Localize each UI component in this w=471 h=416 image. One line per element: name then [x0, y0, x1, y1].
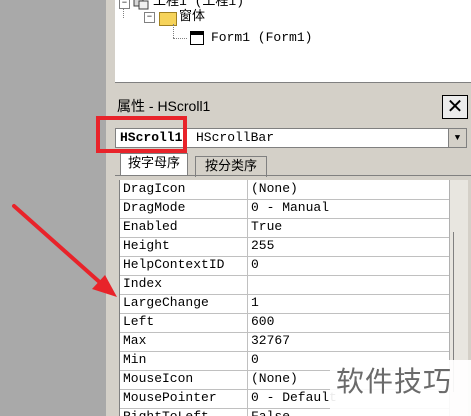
- properties-titlebar: 属性 - HScroll1: [115, 93, 471, 117]
- property-row[interactable]: Height 255: [120, 237, 450, 257]
- form-icon: [190, 31, 204, 45]
- property-name: Min: [123, 352, 147, 367]
- property-value[interactable]: True: [251, 219, 282, 234]
- property-name: Max: [123, 333, 147, 348]
- property-row[interactable]: Left 600: [120, 313, 450, 333]
- property-value[interactable]: 0: [251, 257, 259, 272]
- properties-title: 属性 - HScroll1: [117, 98, 211, 114]
- column-divider: [247, 351, 248, 370]
- project-collapse-icon[interactable]: −: [119, 0, 130, 9]
- project-explorer-tree[interactable]: − 工程1 (工程1) − 窗体 Form1 (Form1): [115, 0, 471, 83]
- property-name: HelpContextID: [123, 257, 225, 272]
- forms-folder-collapse-icon[interactable]: −: [144, 12, 155, 23]
- object-selector-combobox[interactable]: HScroll1 HScrollBar ▼: [115, 128, 467, 148]
- property-value[interactable]: 0: [251, 352, 259, 367]
- property-name: Index: [123, 276, 163, 291]
- property-name: RightToLeft: [123, 409, 209, 416]
- column-divider: [247, 408, 248, 416]
- property-row[interactable]: HelpContextID 0: [120, 256, 450, 276]
- property-value[interactable]: 0 - Default: [251, 390, 337, 405]
- object-name: HScroll1: [120, 130, 183, 145]
- property-row[interactable]: Index: [120, 275, 450, 295]
- property-name: MousePointer: [123, 390, 217, 405]
- column-divider: [247, 180, 248, 199]
- property-name: DragIcon: [123, 181, 186, 196]
- property-name: Enabled: [123, 219, 178, 234]
- tree-connector: [173, 38, 187, 39]
- close-icon[interactable]: ✕: [442, 95, 468, 119]
- property-value[interactable]: (None): [251, 181, 298, 196]
- tree-connector: [123, 8, 124, 18]
- property-value[interactable]: 32767: [251, 333, 290, 348]
- column-divider: [247, 199, 248, 218]
- property-value[interactable]: 0 - Manual: [251, 200, 329, 215]
- property-value[interactable]: 600: [251, 314, 274, 329]
- column-divider: [247, 332, 248, 351]
- column-divider: [247, 294, 248, 313]
- folder-icon: [159, 12, 177, 26]
- tab-divider: [115, 175, 471, 176]
- property-value[interactable]: 1: [251, 295, 259, 310]
- property-name: Height: [123, 238, 170, 253]
- column-divider: [247, 275, 248, 294]
- property-name: LargeChange: [123, 295, 209, 310]
- property-row[interactable]: DragIcon (None): [120, 180, 450, 200]
- desktop-background: [0, 0, 106, 416]
- column-divider: [247, 237, 248, 256]
- chevron-down-icon[interactable]: ▼: [448, 129, 466, 147]
- column-divider: [247, 256, 248, 275]
- property-name: Left: [123, 314, 155, 329]
- column-divider: [247, 389, 248, 408]
- property-name: MouseIcon: [123, 371, 194, 386]
- tab-alphabetic[interactable]: 按字母序: [120, 153, 188, 176]
- column-divider: [247, 370, 248, 389]
- column-divider: [247, 313, 248, 332]
- tab-categorized[interactable]: 按分类序: [195, 156, 267, 177]
- property-value[interactable]: False: [251, 409, 290, 416]
- property-row[interactable]: DragMode 0 - Manual: [120, 199, 450, 219]
- property-row[interactable]: LargeChange 1: [120, 294, 450, 314]
- property-row[interactable]: Enabled True: [120, 218, 450, 238]
- property-name: DragMode: [123, 200, 186, 215]
- watermark: 软件技巧: [330, 360, 471, 416]
- property-row[interactable]: Max 32767: [120, 332, 450, 352]
- property-value[interactable]: 255: [251, 238, 274, 253]
- tree-connector: [173, 24, 174, 38]
- column-divider: [247, 218, 248, 237]
- object-type: HScrollBar: [196, 130, 275, 145]
- property-value[interactable]: (None): [251, 371, 298, 386]
- form1-tree-item[interactable]: Form1 (Form1): [211, 29, 312, 47]
- project-icon: [133, 0, 149, 10]
- forms-folder-label[interactable]: 窗体: [179, 8, 205, 26]
